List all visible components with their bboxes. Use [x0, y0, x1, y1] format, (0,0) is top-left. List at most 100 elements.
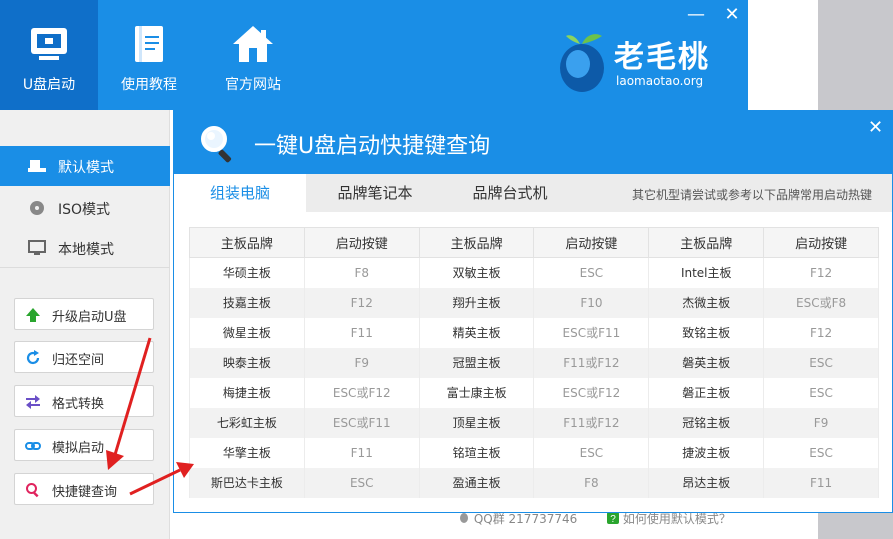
dialog-header: 一键U盘启动快捷键查询 ✕: [174, 111, 892, 174]
mode-label: ISO模式: [58, 202, 111, 218]
tab-assembled-pc[interactable]: 组装电脑: [174, 174, 306, 212]
hotkey-cell: F8: [533, 467, 650, 498]
hotkey-cell: ESC: [763, 347, 879, 378]
hotkey-cell: F9: [303, 347, 420, 378]
arrow-up-icon: [26, 308, 40, 322]
monitor-icon: [28, 240, 46, 255]
restore-space-button[interactable]: 归还空间: [14, 341, 154, 373]
hotkey-cell: F12: [763, 257, 879, 288]
nav-usb-boot[interactable]: U盘启动: [0, 0, 98, 110]
table-header-row: 主板品牌 启动按键 主板品牌 启动按键 主板品牌 启动按键: [189, 227, 879, 258]
hotkey-cell: ESC: [533, 437, 650, 468]
tab-brand-desktop[interactable]: 品牌台式机: [444, 174, 576, 212]
hotkey-query-button[interactable]: 快捷键查询: [14, 473, 154, 505]
logo: 老毛桃 laomaotao.org: [556, 28, 736, 98]
brand-cell: 梅捷主板: [189, 377, 305, 408]
table-row: 华擎主板 F11 铭瑄主板 ESC 捷波主板 ESC: [189, 437, 879, 468]
mode-iso[interactable]: ISO模式: [0, 188, 170, 228]
column-header: 启动按键: [763, 227, 879, 258]
hotkey-cell: ESC: [763, 377, 879, 408]
column-header: 主板品牌: [189, 227, 305, 258]
mode-label: 默认模式: [58, 160, 114, 176]
brand-cell: 顶星主板: [418, 407, 535, 438]
brand-cell: 昂达主板: [648, 467, 765, 498]
refresh-icon: [26, 350, 40, 365]
nav-tutorial[interactable]: 使用教程: [100, 0, 198, 110]
table-row: 七彩虹主板 ESC或F11 顶星主板 F11或F12 冠铭主板 F9: [189, 407, 879, 438]
column-header: 启动按键: [533, 227, 650, 258]
nav-website[interactable]: 官方网站: [204, 0, 302, 110]
table-row: 梅捷主板 ESC或F12 富士康主板 ESC或F12 磐正主板 ESC: [189, 377, 879, 408]
brand-cell: 七彩虹主板: [189, 407, 305, 438]
hotkey-dialog: 一键U盘启动快捷键查询 ✕ 组装电脑 品牌笔记本 品牌台式机 其它机型请尝试或参…: [173, 110, 893, 513]
usb-drive-icon: [31, 28, 67, 60]
dialog-title: 一键U盘启动快捷键查询: [254, 134, 491, 159]
hotkey-cell: ESC或F12: [533, 377, 650, 408]
table-row: 映泰主板 F9 冠盟主板 F11或F12 磐英主板 ESC: [189, 347, 879, 378]
simulate-boot-button[interactable]: 模拟启动: [14, 429, 154, 461]
column-header: 主板品牌: [648, 227, 765, 258]
hotkey-cell: F11: [303, 317, 420, 348]
link-icon: [25, 442, 41, 450]
brand-cell: 富士康主板: [418, 377, 535, 408]
logo-name: 老毛桃: [614, 40, 710, 75]
column-header: 启动按键: [303, 227, 420, 258]
brand-cell: 翔升主板: [418, 287, 535, 318]
logo-domain: laomaotao.org: [616, 74, 704, 88]
tool-label: 归还空间: [52, 353, 105, 368]
brand-cell: 铭瑄主板: [418, 437, 535, 468]
hotkey-cell: F10: [533, 287, 650, 318]
tool-label: 格式转换: [52, 397, 105, 412]
svg-text:?: ?: [610, 514, 616, 524]
hotkey-cell: F11或F12: [533, 347, 650, 378]
format-convert-button[interactable]: 格式转换: [14, 385, 154, 417]
brand-cell: 双敏主板: [418, 257, 535, 288]
tab-brand-laptop[interactable]: 品牌笔记本: [306, 174, 444, 212]
table-row: 微星主板 F11 精英主板 ESC或F11 致铭主板 F12: [189, 317, 879, 348]
table-row: 斯巴达卡主板 ESC 盈通主板 F8 昂达主板 F11: [189, 467, 879, 498]
hotkey-cell: F12: [763, 317, 879, 348]
help-icon: ?: [607, 512, 619, 525]
upgrade-usb-button[interactable]: 升级启动U盘: [14, 298, 154, 330]
mode-local[interactable]: 本地模式: [0, 228, 170, 268]
hotkey-cell: ESC: [533, 257, 650, 288]
brand-cell: 华擎主板: [189, 437, 305, 468]
nav-label: U盘启动: [22, 77, 76, 93]
mode-default[interactable]: 默认模式: [0, 146, 170, 186]
table-row: 华硕主板 F8 双敏主板 ESC Intel主板 F12: [189, 257, 879, 288]
nav-label: 使用教程: [121, 77, 177, 93]
brand-cell: 映泰主板: [189, 347, 305, 378]
hotkey-cell: F11: [763, 467, 879, 498]
usb-small-icon: [28, 160, 46, 172]
brand-cell: 精英主板: [418, 317, 535, 348]
brand-cell: 致铭主板: [648, 317, 765, 348]
hotkey-cell: ESC或F8: [763, 287, 879, 318]
brand-cell: 盈通主板: [418, 467, 535, 498]
brand-cell: 冠盟主板: [418, 347, 535, 378]
brand-cell: 技嘉主板: [189, 287, 305, 318]
magnifier-icon: [201, 126, 232, 163]
brand-cell: 杰微主板: [648, 287, 765, 318]
divider: [0, 267, 170, 268]
tool-label: 快捷键查询: [52, 485, 118, 500]
hotkey-cell: F9: [763, 407, 879, 438]
hotkey-cell: F12: [303, 287, 420, 318]
search-icon: [26, 483, 39, 498]
brand-cell: 冠铭主板: [648, 407, 765, 438]
mode-label: 本地模式: [58, 242, 114, 258]
brand-cell: 磐正主板: [648, 377, 765, 408]
tab-note: 其它机型请尝试或参考以下品牌常用启动热键: [632, 188, 873, 202]
qq-label: QQ群 217737746: [473, 512, 578, 526]
peach-logo-icon: [560, 34, 604, 92]
hotkey-cell: ESC或F11: [303, 407, 420, 438]
disc-icon: [30, 201, 44, 215]
tool-label: 模拟启动: [52, 441, 105, 456]
tool-label: 升级启动U盘: [52, 310, 127, 325]
close-button[interactable]: ✕: [722, 4, 742, 25]
hotkey-cell: ESC: [303, 467, 420, 498]
hotkey-cell: ESC: [763, 437, 879, 468]
brand-cell: 捷波主板: [648, 437, 765, 468]
dialog-close-button[interactable]: ✕: [868, 117, 883, 138]
hotkey-cell: F11或F12: [533, 407, 650, 438]
minimize-button[interactable]: —: [686, 4, 706, 25]
